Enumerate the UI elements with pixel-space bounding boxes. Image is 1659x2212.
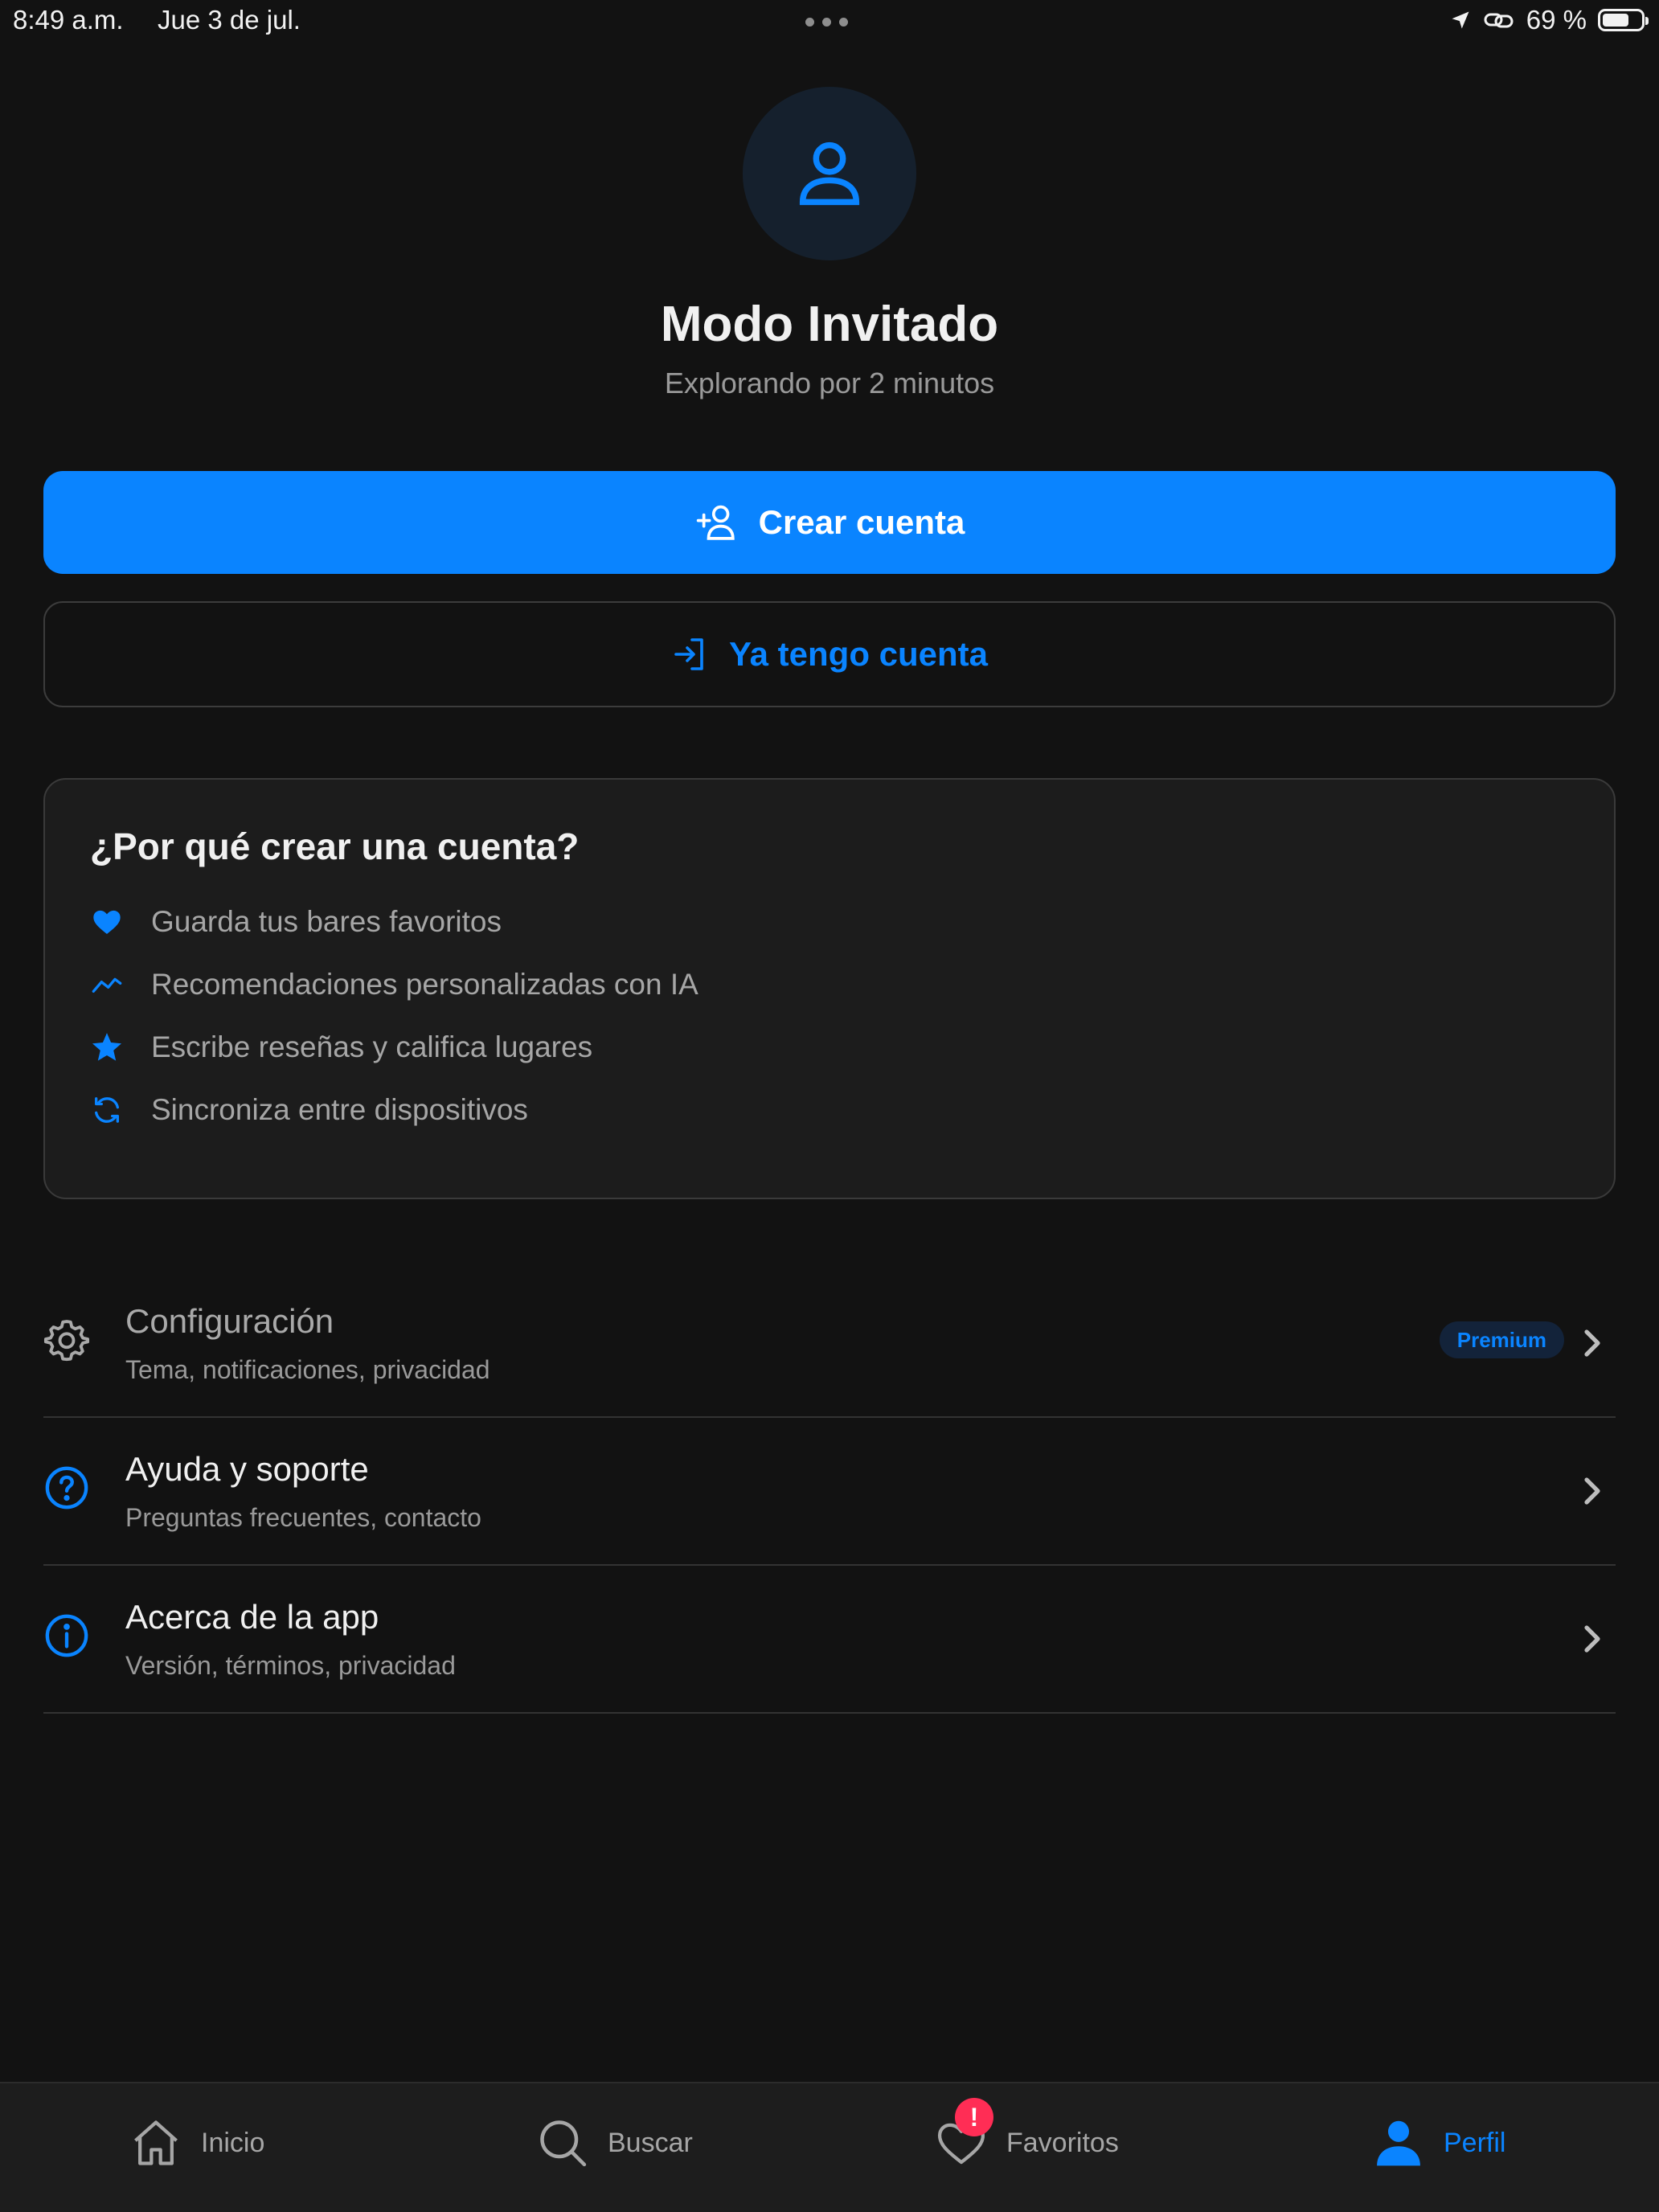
add-user-icon [696, 505, 735, 540]
row-description: Preguntas frecuentes, contacto [125, 1503, 481, 1532]
benefits-title: ¿Por qué crear una cuenta? [90, 825, 580, 867]
tab-buscar[interactable]: Buscar [535, 2116, 693, 2170]
heart-icon [90, 905, 124, 939]
tab-label: Inicio [201, 2127, 265, 2158]
benefit-label: Escribe reseñas y califica lugares [151, 1030, 593, 1063]
create-account-label: Crear cuenta [758, 503, 965, 541]
benefit-item: Recomendaciones personalizadas con IA [90, 968, 698, 1002]
sign-in-icon [674, 638, 703, 670]
about-row[interactable]: Acerca de la app Versión, términos, priv… [43, 1566, 1616, 1714]
row-label: Configuración [125, 1302, 334, 1340]
multitask-dots-icon[interactable] [805, 18, 848, 27]
status-indicators: 69 % [1449, 5, 1649, 35]
battery-icon [1598, 9, 1649, 31]
row-label: Acerca de la app [125, 1598, 379, 1636]
benefit-label: Guarda tus bares favoritos [151, 905, 502, 938]
home-icon [134, 2120, 178, 2165]
benefit-item: Guarda tus bares favoritos [90, 905, 502, 939]
benefit-item: Sincroniza entre dispositivos [90, 1093, 528, 1127]
tab-inicio[interactable]: Inicio [129, 2116, 264, 2170]
settings-row[interactable]: Configuración Tema, notificaciones, priv… [43, 1270, 1616, 1418]
link-icon [1484, 13, 1514, 28]
tab-favoritos[interactable]: ! Favoritos [934, 2098, 1119, 2170]
chevron-right-icon [1584, 1329, 1600, 1357]
help-icon [45, 1466, 88, 1509]
avatar [743, 87, 916, 260]
chevron-right-icon [1584, 1477, 1600, 1505]
tab-label: Perfil [1444, 2127, 1506, 2158]
guest-duration-text: Explorando por 2 minutos [664, 367, 995, 399]
heart-outline-icon: ! [934, 2098, 993, 2170]
tab-label: Favoritos [1006, 2127, 1119, 2158]
tab-perfil[interactable]: Perfil [1371, 2116, 1505, 2170]
benefits-card: ¿Por qué crear una cuenta? Guarda tus ba… [43, 778, 1616, 1199]
create-account-button[interactable]: Crear cuenta [43, 471, 1616, 574]
login-label: Ya tengo cuenta [728, 635, 989, 673]
benefit-label: Recomendaciones personalizadas con IA [151, 968, 698, 1001]
status-bar: 8:49 a.m. Jue 3 de jul. 69 % [0, 0, 1659, 45]
info-icon [45, 1614, 88, 1657]
person-icon [799, 141, 860, 206]
star-icon [90, 1030, 124, 1064]
row-description: Tema, notificaciones, privacidad [125, 1355, 490, 1384]
row-label: Ayuda y soporte [125, 1450, 369, 1488]
tab-label: Buscar [608, 2127, 693, 2158]
benefit-item: Escribe reseñas y califica lugares [90, 1030, 592, 1064]
page-title: Modo Invitado [660, 297, 999, 352]
login-button[interactable]: Ya tengo cuenta [43, 601, 1616, 707]
help-row[interactable]: Ayuda y soporte Preguntas frecuentes, co… [43, 1418, 1616, 1566]
person-icon [1377, 2120, 1420, 2166]
battery-percentage: 69 % [1526, 5, 1587, 35]
trend-icon [90, 968, 124, 1002]
tab-bar: Inicio Buscar ! Favoritos Perfil [0, 2082, 1659, 2212]
premium-badge: Premium [1439, 1321, 1564, 1358]
status-time: 8:49 a.m. [13, 5, 124, 35]
row-description: Versión, términos, privacidad [125, 1651, 456, 1680]
sync-icon [90, 1093, 124, 1127]
location-arrow-icon [1452, 11, 1469, 29]
notification-badge: ! [955, 2098, 993, 2136]
search-icon [540, 2120, 587, 2167]
chevron-right-icon [1584, 1625, 1600, 1653]
benefit-label: Sincroniza entre dispositivos [151, 1093, 528, 1126]
status-date: Jue 3 de jul. [158, 5, 301, 35]
gear-icon [43, 1320, 90, 1362]
